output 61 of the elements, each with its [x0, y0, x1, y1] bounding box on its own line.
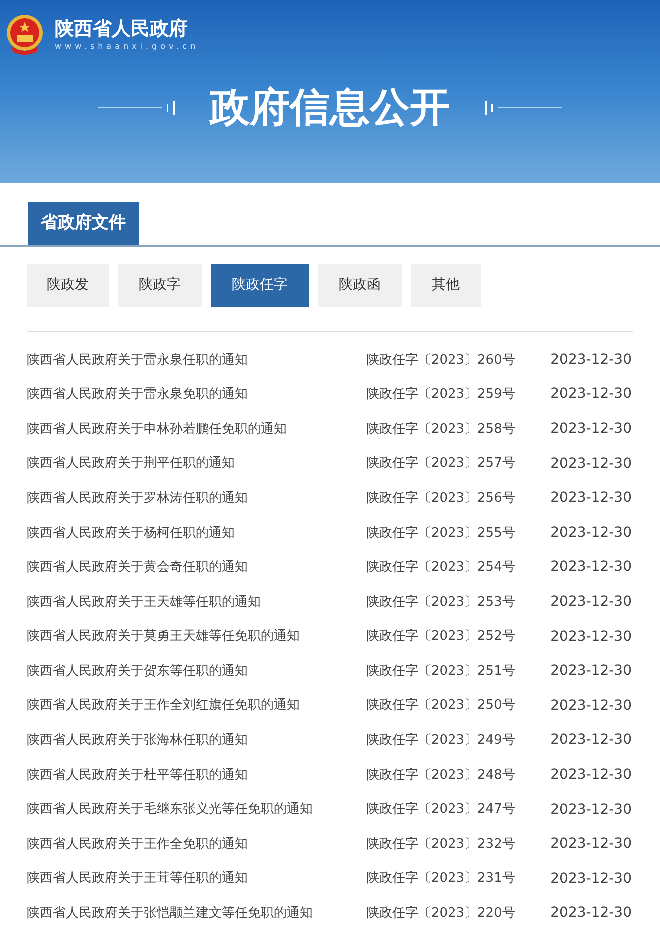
- filter-tab[interactable]: 陕政函: [318, 264, 402, 307]
- document-link[interactable]: 陕西省人民政府关于王茸等任职的通知: [27, 869, 366, 889]
- document-date: 2023-12-30: [550, 870, 632, 889]
- document-date: 2023-12-30: [550, 662, 632, 682]
- document-date: 2023-12-30: [550, 454, 632, 474]
- site-url: www.shaanxi.gov.cn: [55, 41, 200, 53]
- document-link[interactable]: 陕西省人民政府关于申林孙若鹏任免职的通知: [27, 420, 366, 440]
- document-number: 陕政任字〔2023〕253号: [366, 594, 516, 612]
- document-link[interactable]: 陕西省人民政府关于罗林涛任职的通知: [27, 488, 366, 508]
- document-date: 2023-12-30: [550, 731, 632, 750]
- document-link[interactable]: 陕西省人民政府关于张恺颙兰建文等任免职的通知: [27, 904, 366, 924]
- document-link[interactable]: 陕西省人民政府关于杜平等任职的通知: [27, 766, 366, 786]
- document-date: 2023-12-30: [550, 800, 632, 820]
- filter-tab[interactable]: 陕政任字: [211, 264, 309, 307]
- document-link[interactable]: 陕西省人民政府关于贺东等任职的通知: [27, 662, 366, 682]
- document-date: 2023-12-30: [550, 904, 632, 924]
- document-date: 2023-12-30: [550, 592, 632, 612]
- document-link[interactable]: 陕西省人民政府关于杨柯任职的通知: [27, 524, 366, 544]
- document-number: 陕政任字〔2023〕248号: [366, 766, 516, 785]
- document-link[interactable]: 陕西省人民政府关于王作全免职的通知: [27, 834, 366, 854]
- document-date: 2023-12-30: [550, 350, 632, 370]
- document-link[interactable]: 陕西省人民政府关于毛继东张义光等任免职的通知: [27, 800, 366, 820]
- document-number: 陕政任字〔2023〕232号: [366, 836, 516, 854]
- document-number: 陕政任字〔2023〕259号: [366, 386, 516, 404]
- document-date: 2023-12-30: [550, 385, 632, 404]
- document-date: 2023-12-30: [550, 558, 632, 578]
- document-number: 陕政任字〔2023〕256号: [366, 490, 516, 508]
- document-number: 陕政任字〔2023〕249号: [366, 732, 516, 750]
- section-title: 省政府文件: [28, 202, 139, 245]
- document-number: 陕政任字〔2023〕251号: [366, 662, 516, 681]
- document-link[interactable]: 陕西省人民政府关于雷永泉任职的通知: [27, 350, 366, 370]
- document-date: 2023-12-30: [550, 420, 632, 439]
- document-number: 陕政任字〔2023〕254号: [366, 559, 516, 578]
- document-date: 2023-12-30: [550, 628, 632, 647]
- document-number: 陕政任字〔2023〕250号: [366, 697, 516, 716]
- filter-tab[interactable]: 陕政字: [118, 264, 202, 307]
- document-link[interactable]: 陕西省人民政府关于张海林任职的通知: [27, 731, 366, 751]
- document-link[interactable]: 陕西省人民政府关于荆平任职的通知: [27, 454, 366, 474]
- document-date: 2023-12-30: [550, 766, 632, 785]
- document-link[interactable]: 陕西省人民政府关于黄会奇任职的通知: [27, 558, 366, 578]
- site-name: 陕西省人民政府: [55, 17, 189, 41]
- document-number: 陕政任字〔2023〕247号: [366, 801, 516, 820]
- document-number: 陕政任字〔2023〕220号: [366, 905, 516, 924]
- document-date: 2023-12-30: [550, 696, 632, 716]
- document-link[interactable]: 陕西省人民政府关于莫勇王天雄等任免职的通知: [27, 627, 366, 647]
- document-number: 陕政任字〔2023〕260号: [366, 352, 516, 370]
- banner-title: 政府信息公开: [210, 84, 450, 132]
- document-link[interactable]: 陕西省人民政府关于雷永泉免职的通知: [27, 385, 366, 405]
- document-number: 陕政任字〔2023〕255号: [366, 524, 516, 543]
- document-number: 陕政任字〔2023〕252号: [366, 628, 516, 646]
- filter-tab[interactable]: 其他: [411, 264, 481, 307]
- document-date: 2023-12-30: [550, 524, 632, 543]
- emblem-icon: [5, 14, 45, 56]
- document-link[interactable]: 陕西省人民政府关于王天雄等任职的通知: [27, 592, 366, 612]
- document-date: 2023-12-30: [550, 489, 632, 508]
- document-link[interactable]: 陕西省人民政府关于王作全刘红旗任免职的通知: [27, 696, 366, 716]
- document-date: 2023-12-30: [550, 835, 632, 854]
- document-number: 陕政任字〔2023〕257号: [366, 455, 516, 474]
- document-number: 陕政任字〔2023〕231号: [366, 870, 516, 888]
- document-number: 陕政任字〔2023〕258号: [366, 420, 516, 439]
- filter-tab[interactable]: 陕政发: [27, 264, 109, 307]
